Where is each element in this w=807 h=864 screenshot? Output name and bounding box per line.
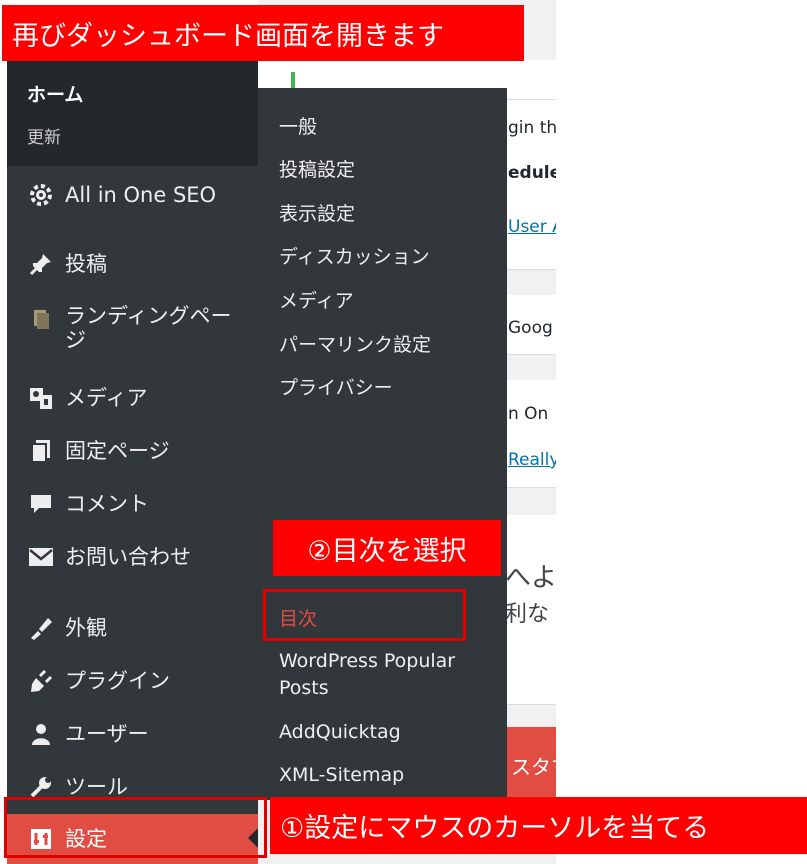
sidebar-item-all-in-one-seo[interactable]: All in One SEO	[7, 172, 258, 218]
sidebar-item-users[interactable]: ユーザー	[7, 711, 258, 757]
dashboard-menu: ホーム 更新	[7, 60, 258, 166]
sidebar-item-contact[interactable]: お問い合わせ	[7, 534, 258, 580]
media-icon	[21, 385, 61, 411]
bg-link-2[interactable]: Really	[508, 450, 556, 470]
gear-icon	[21, 182, 61, 208]
annotation-top-banner: 再びダッシュボード画面を開きます	[2, 5, 524, 61]
submenu-addquicktag[interactable]: AddQuicktag	[279, 721, 401, 743]
mail-icon	[21, 547, 61, 567]
sidebar-item-label: ランディングページ	[65, 304, 232, 353]
highlight-settings-outline	[4, 797, 267, 858]
sidebar-item-appearance[interactable]: 外観	[7, 605, 258, 651]
sidebar-item-plugins[interactable]: プラグイン	[7, 658, 258, 704]
brush-icon	[21, 615, 61, 641]
bg-link-1[interactable]: User A	[508, 217, 556, 237]
sidebar-item-label: All in One SEO	[65, 182, 217, 207]
menu-home[interactable]: ホーム	[27, 80, 83, 107]
pin-icon	[21, 252, 61, 276]
bg-heading: へよ	[505, 563, 556, 593]
sidebar-item-posts[interactable]: 投稿	[7, 241, 258, 287]
submenu-writing[interactable]: 投稿設定	[279, 155, 355, 182]
menu-update[interactable]: 更新	[27, 123, 61, 148]
highlight-toc-outline	[263, 589, 466, 641]
sidebar-item-label: 固定ページ	[65, 438, 170, 463]
submenu-permalinks[interactable]: パーマリンク設定	[279, 330, 431, 357]
plugin-icon	[21, 668, 61, 694]
sidebar-item-label: 外観	[65, 615, 107, 640]
sidebar-item-label: お問い合わせ	[65, 544, 191, 569]
page-icon	[21, 439, 61, 463]
sidebar-item-label: メディア	[65, 385, 148, 410]
bg-text-1: gin th	[508, 118, 556, 138]
user-icon	[21, 722, 61, 746]
bg-text-4: Goog	[508, 318, 553, 338]
submenu-xml-sitemap[interactable]: XML-Sitemap	[279, 764, 404, 786]
sidebar-item-label: コメント	[65, 491, 149, 516]
sidebar-item-landing-pages[interactable]: ランディングページ	[7, 300, 258, 362]
bg-subtext: 利な	[505, 602, 550, 627]
sidebar-item-label: 投稿	[65, 251, 107, 276]
comment-icon	[21, 492, 61, 516]
submenu-wordpress-popular-posts[interactable]: WordPress Popular Posts	[279, 648, 479, 701]
submenu-discussion[interactable]: ディスカッション	[279, 242, 430, 269]
book-icon	[21, 308, 61, 330]
sidebar-item-pages[interactable]: 固定ページ	[7, 428, 258, 474]
bg-text-2: edule	[508, 163, 556, 183]
customize-button[interactable]: スタマ	[505, 727, 556, 799]
admin-sidebar: ホーム 更新 All in One SEO 投稿 ランディングページ メディア …	[7, 60, 258, 864]
sidebar-item-label: ツール	[65, 774, 128, 799]
sidebar-item-label: プラグイン	[65, 668, 170, 693]
annotation-step2: ②目次を選択	[273, 520, 501, 576]
sidebar-item-label: ユーザー	[65, 721, 149, 746]
sidebar-item-media[interactable]: メディア	[7, 375, 258, 421]
submenu-general[interactable]: 一般	[279, 112, 317, 139]
sidebar-item-comments[interactable]: コメント	[7, 481, 258, 527]
submenu-privacy[interactable]: プライバシー	[279, 373, 393, 400]
submenu-media[interactable]: メディア	[279, 286, 354, 313]
submenu-reading[interactable]: 表示設定	[279, 199, 355, 226]
wrench-icon	[21, 775, 61, 799]
settings-flyout-menu: 一般 投稿設定 表示設定 ディスカッション メディア パーマリンク設定 プライバ…	[258, 88, 507, 800]
annotation-step1: ①設定にマウスのカーソルを当てる	[270, 797, 807, 854]
bg-text-5: n On	[508, 404, 549, 424]
